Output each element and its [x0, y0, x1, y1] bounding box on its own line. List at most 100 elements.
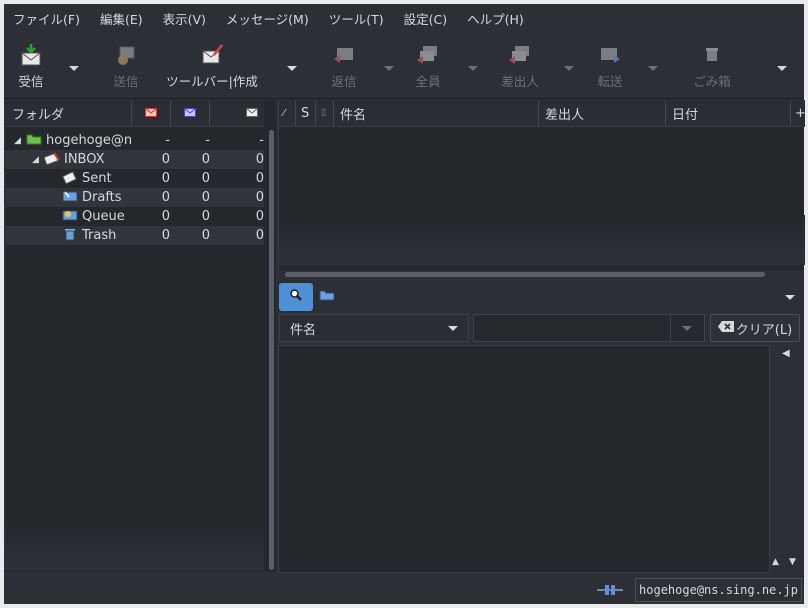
scroll-down-icon[interactable]: ▼ — [789, 557, 796, 567]
folder-pane: フォルダ ◢ hogehoge@ns - - - ◢ INBOX 0 0 0 S… — [6, 100, 276, 572]
sent-icon — [62, 170, 78, 188]
receive-button[interactable]: 受信 — [10, 33, 52, 97]
folder-row-queue[interactable]: Queue 0 0 0 — [6, 207, 264, 226]
reply-all-dropdown-icon[interactable] — [468, 66, 478, 71]
reply-sender-button[interactable]: 差出人 — [498, 33, 542, 97]
reply-all-label: 全員 — [415, 74, 441, 89]
unread-mail-icon — [145, 106, 157, 121]
receive-label: 受信 — [18, 74, 44, 89]
reply-label: 返信 — [331, 74, 357, 89]
folder-search-icon[interactable] — [319, 289, 335, 305]
trash-icon — [690, 33, 734, 67]
new-count: 0 — [201, 209, 210, 224]
folder-row-trash[interactable]: Trash 0 0 0 — [6, 226, 264, 245]
menu-message[interactable]: メッセージ(M) — [226, 9, 309, 28]
inbox-icon — [43, 151, 60, 169]
folder-row-drafts[interactable]: Drafts 0 0 0 — [6, 188, 264, 207]
subject-column-header[interactable]: 件名 — [334, 100, 539, 126]
attachment-column-header[interactable]: ▯ — [316, 100, 334, 126]
connection-icon[interactable] — [597, 584, 623, 600]
total-count: 0 — [255, 228, 264, 243]
unread-count: 0 — [161, 171, 170, 186]
menu-file[interactable]: ファイル(F) — [13, 9, 80, 28]
column-overflow-icon[interactable]: + — [791, 100, 806, 126]
compose-icon — [160, 33, 264, 67]
menu-edit[interactable]: 編集(E) — [100, 9, 143, 28]
folder-name: INBOX — [64, 152, 105, 167]
folder-scrollbar[interactable] — [269, 130, 274, 570]
folder-row-sent[interactable]: Sent 0 0 0 — [6, 169, 264, 188]
reply-button[interactable]: 返信 — [324, 33, 364, 97]
new-column-header[interactable] — [171, 100, 210, 126]
unread-count: 0 — [161, 228, 170, 243]
quick-search-button[interactable] — [279, 283, 313, 311]
paperclip-icon: ▯ — [321, 108, 326, 118]
search-field-select[interactable]: 件名 — [279, 314, 469, 342]
reply-sender-label: 差出人 — [501, 74, 539, 89]
folder-column-header[interactable]: フォルダ — [6, 100, 132, 126]
reply-icon — [324, 33, 364, 67]
reply-sender-icon — [498, 33, 542, 67]
total-count: 0 — [255, 152, 264, 167]
receive-dropdown-icon[interactable] — [69, 66, 79, 71]
trash-label: ごみ箱 — [693, 74, 731, 89]
search-history-dropdown-icon[interactable] — [682, 326, 692, 331]
forward-icon — [592, 33, 628, 67]
folder-row-inbox[interactable]: ◢ INBOX 0 0 0 — [6, 150, 264, 169]
clear-label: クリア(L) — [735, 322, 793, 338]
send-button[interactable]: 送信 — [108, 33, 144, 97]
mark-column-header[interactable]: ⁄ — [279, 100, 296, 126]
collapse-arrow-icon[interactable]: ◢ — [32, 155, 39, 165]
from-column-header[interactable]: 差出人 — [539, 100, 666, 126]
search-input[interactable] — [473, 314, 705, 342]
compose-label: ツールバー|作成 — [166, 74, 258, 89]
status-column-header[interactable]: S — [296, 100, 316, 126]
unread-column-header[interactable] — [132, 100, 171, 126]
message-list-fade — [279, 215, 805, 265]
menu-settings[interactable]: 設定(C) — [404, 9, 447, 28]
drafts-icon — [62, 189, 78, 207]
folder-header: フォルダ — [6, 100, 264, 127]
total-count: 0 — [255, 171, 264, 186]
reply-dropdown-icon[interactable] — [384, 66, 394, 71]
compose-dropdown-icon[interactable] — [287, 66, 297, 71]
account-folder-icon — [26, 133, 42, 149]
unread-count: 0 — [161, 152, 170, 167]
queue-icon — [62, 208, 78, 226]
chevron-down-icon — [448, 326, 458, 331]
total-column-header[interactable] — [210, 100, 264, 126]
folder-name: Queue — [82, 209, 125, 224]
menu-view[interactable]: 表示(V) — [163, 9, 206, 28]
new-count: 0 — [201, 228, 210, 243]
scroll-left-icon[interactable]: ◀ — [782, 348, 790, 359]
new-count: 0 — [201, 152, 210, 167]
compose-button[interactable]: ツールバー|作成 — [160, 33, 264, 97]
clear-icon — [717, 320, 734, 336]
trash-button[interactable]: ごみ箱 — [690, 33, 734, 97]
forward-button[interactable]: 転送 — [592, 33, 628, 97]
status-bar: hogehoge@ns.sing.ne.jp — [4, 576, 804, 604]
folder-name: Trash — [82, 228, 117, 243]
mail-icon — [246, 106, 258, 121]
account-indicator[interactable]: hogehoge@ns.sing.ne.jp — [635, 578, 802, 602]
folder-row-account[interactable]: ◢ hogehoge@ns - - - — [6, 131, 264, 150]
scroll-up-icon[interactable]: ▲ — [772, 557, 779, 567]
reply-all-button[interactable]: 全員 — [410, 33, 446, 97]
new-count: - — [205, 133, 210, 148]
menu-help[interactable]: ヘルプ(H) — [467, 9, 524, 28]
search-options-dropdown-icon[interactable] — [785, 295, 795, 300]
folder-name: Sent — [82, 171, 112, 186]
message-list-scrollbar[interactable] — [285, 272, 765, 277]
date-column-header[interactable]: 日付 — [666, 100, 791, 126]
collapse-arrow-icon[interactable]: ◢ — [14, 136, 21, 146]
clear-button[interactable]: クリア(L) — [710, 314, 800, 342]
total-count: 0 — [255, 209, 264, 224]
reply-sender-dropdown-icon[interactable] — [564, 66, 574, 71]
message-list-header: ⁄ S ▯ 件名 差出人 日付 + — [279, 100, 806, 127]
folder-pane-fade — [6, 520, 264, 570]
toolbar-overflow-icon[interactable] — [777, 66, 787, 71]
menu-tools[interactable]: ツール(T) — [329, 9, 384, 28]
forward-dropdown-icon[interactable] — [648, 66, 658, 71]
unread-count: 0 — [161, 190, 170, 205]
send-icon — [108, 33, 144, 67]
